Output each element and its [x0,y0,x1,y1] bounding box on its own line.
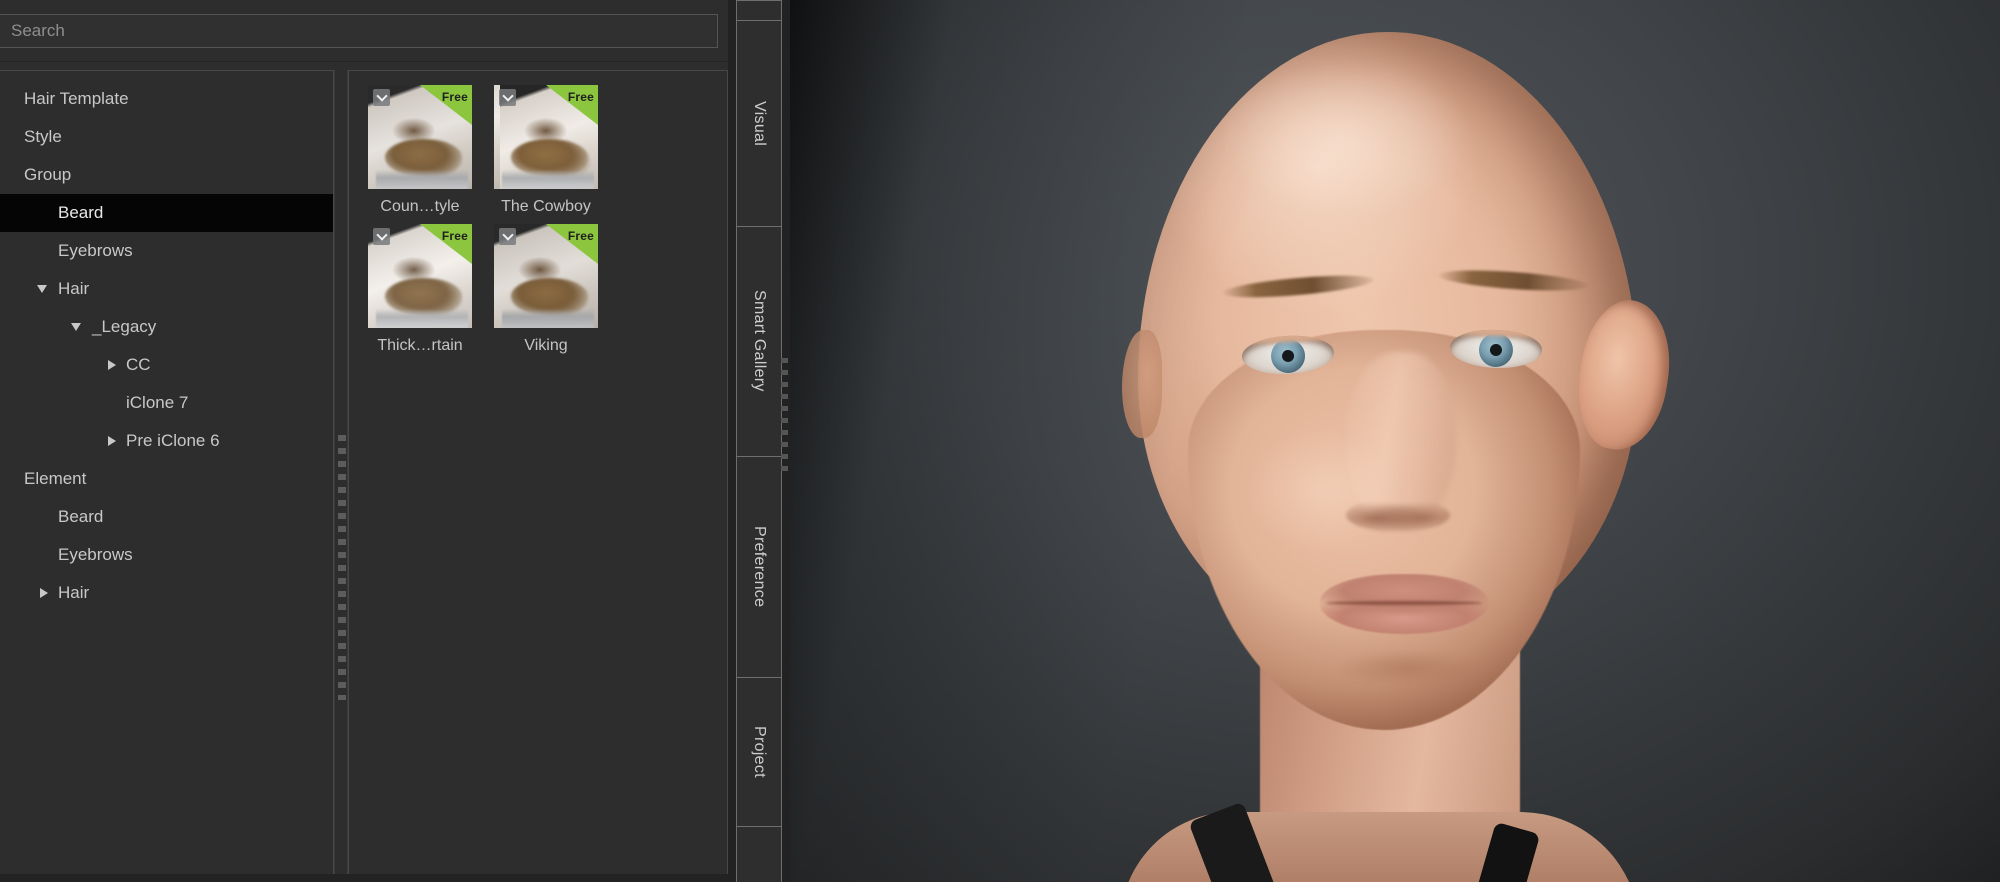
tree-spacer-icon [2,129,18,145]
tree-item-label: Eyebrows [58,545,133,564]
vertical-tabstrip: Visual Smart Gallery Preference Project [736,0,784,882]
tab-partial-top[interactable] [736,0,782,21]
asset-tile[interactable]: Free Coun…tyle [357,85,483,216]
chevron-right-icon[interactable] [104,357,120,373]
tree-item-label: Hair [58,583,90,602]
tab-partial-bottom[interactable] [736,826,782,882]
asset-thumbnail[interactable]: Free [494,85,598,189]
tree-item-label: Element [24,469,87,488]
tab-smart-gallery[interactable]: Smart Gallery [736,225,782,457]
tree-item-label: CC [126,355,151,374]
tree-item-label: Pre iClone 6 [126,431,220,450]
tree-item-beard[interactable]: Beard [0,498,333,536]
chevron-down-icon[interactable] [36,281,52,297]
downloaded-check-icon [499,89,516,106]
tab-label: Project [751,726,768,779]
tree-item-group[interactable]: Group [0,156,333,194]
browser-body: Hair Template Style Group Beard Eyebrows Hair… [0,62,728,882]
panel-splitter[interactable] [334,70,348,882]
tree-spacer-icon [104,395,120,411]
vertical-tabstrip-container: Visual Smart Gallery Preference Project [728,0,790,882]
tree-item-pre-iclone-6[interactable]: Pre iClone 6 [0,422,333,460]
tab-label: Visual [751,100,768,146]
asset-tile[interactable]: Free Viking [483,224,609,355]
tree-item-label: Hair Template [24,89,129,108]
tree-item-eyebrows[interactable]: Eyebrows [0,232,333,270]
downloaded-check-icon [373,228,390,245]
tab-visual[interactable]: Visual [736,19,782,227]
tree-item-eyebrows[interactable]: Eyebrows [0,536,333,574]
chevron-down-icon[interactable] [70,319,86,335]
tab-project[interactable]: Project [736,676,782,828]
character-nostrils [1346,498,1450,532]
search-row [0,0,728,62]
free-badge-label: Free [441,229,468,243]
tree-spacer-icon [36,205,52,221]
tab-label: Smart Gallery [751,290,768,393]
content-browser-panel: Hair Template Style Group Beard Eyebrows Hair… [0,0,728,882]
tree-item-label: Eyebrows [58,241,133,260]
tree-spacer-icon [36,547,52,563]
tree-item-label: _Legacy [92,317,157,336]
tree-item-beard[interactable]: Beard [0,194,333,232]
3d-character-viewport[interactable] [790,0,2000,882]
downloaded-check-icon [499,228,516,245]
splitter-grip-icon [338,435,346,700]
iris-left [1270,338,1306,374]
tree-item-label: Beard [58,507,104,526]
application-window: Hair Template Style Group Beard Eyebrows Hair… [0,0,2000,882]
tree-spacer-icon [2,91,18,107]
tree-item-label: iClone 7 [126,393,189,412]
tree-item-label: Beard [58,203,104,222]
category-tree-panel[interactable]: Hair Template Style Group Beard Eyebrows Hair… [0,70,334,882]
free-badge-label: Free [567,90,594,104]
chevron-right-icon[interactable] [104,433,120,449]
search-box[interactable] [0,13,718,48]
tree-item-hair[interactable]: Hair [0,574,333,612]
chin-shadow [1338,650,1478,686]
chevron-right-icon[interactable] [36,585,52,601]
panel-bottom-edge [0,874,728,882]
asset-caption: Coun…tyle [380,198,460,215]
asset-tile[interactable]: Free Thick…rtain [357,224,483,355]
tree-item-iclone-7[interactable]: iClone 7 [0,384,333,422]
asset-grid-panel[interactable]: Free Coun…tyle Free The Cowboy Free Thick…rta… [348,70,728,882]
asset-caption: Thick…rtain [377,337,463,354]
tree-item-cc[interactable]: CC [0,346,333,384]
iris-right [1478,332,1514,368]
asset-thumbnail[interactable]: Free [368,224,472,328]
character-ear-left [1122,330,1162,438]
tree-item-legacy[interactable]: _Legacy [0,308,333,346]
asset-thumbnail[interactable]: Free [494,224,598,328]
tree-item-label: Style [24,127,62,146]
search-input[interactable] [11,20,717,41]
free-badge-label: Free [441,90,468,104]
free-badge-label: Free [567,229,594,243]
asset-caption: Viking [524,337,568,354]
tree-item-style[interactable]: Style [0,118,333,156]
character-model [790,0,2000,882]
tree-item-element[interactable]: Element [0,460,333,498]
tree-item-label: Hair [58,279,90,298]
asset-tile[interactable]: Free The Cowboy [483,85,609,216]
tree-spacer-icon [36,509,52,525]
tab-label: Preference [751,526,768,608]
tree-spacer-icon [2,167,18,183]
tree-item-label: Group [24,165,72,184]
tree-item-hair[interactable]: Hair [0,270,333,308]
tab-preference[interactable]: Preference [736,455,782,678]
head-highlight [1220,60,1470,220]
lip-line [1326,601,1482,605]
category-tree: Hair Template Style Group Beard Eyebrows Hair… [0,71,333,612]
asset-thumbnail[interactable]: Free [368,85,472,189]
asset-caption: The Cowboy [501,198,591,215]
tabstrip-grip-icon [781,358,788,476]
asset-grid: Free Coun…tyle Free The Cowboy Free Thick…rta… [349,71,727,363]
downloaded-check-icon [373,89,390,106]
tree-spacer-icon [36,243,52,259]
tree-spacer-icon [2,471,18,487]
tree-item-hair-template[interactable]: Hair Template [0,80,333,118]
